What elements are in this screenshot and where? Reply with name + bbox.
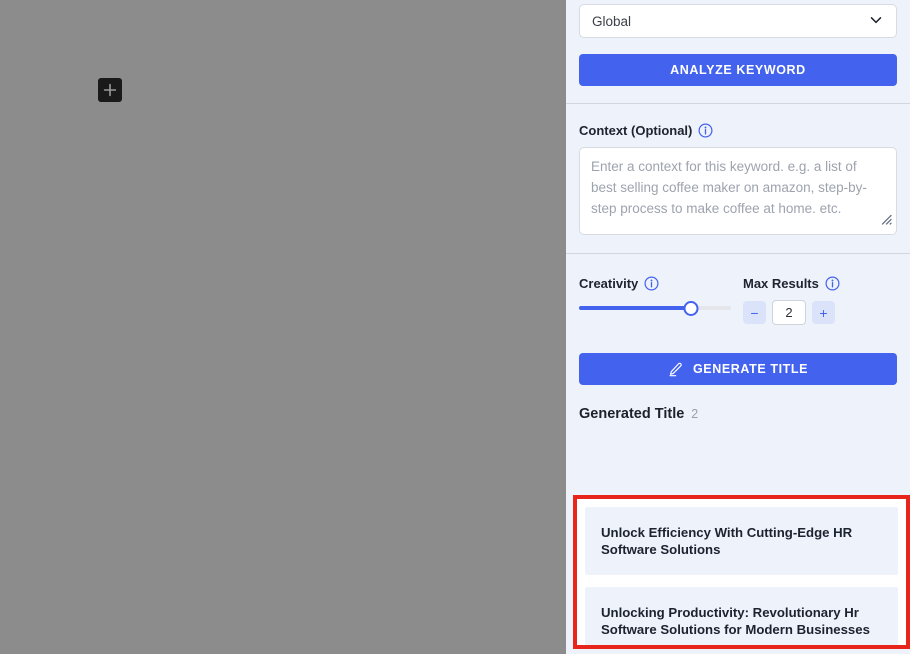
generated-title-count: 2	[691, 407, 699, 421]
canvas-overlay	[0, 0, 566, 654]
context-label: Context (Optional)	[579, 123, 693, 138]
generated-title-heading: Generated Title 2	[579, 406, 897, 422]
generate-title-button[interactable]: GENERATE TITLE	[579, 353, 897, 385]
max-results-control: Max Results − +	[743, 276, 840, 325]
max-results-label-row: Max Results	[743, 276, 840, 291]
generated-titles-highlight: Unlock Efficiency With Cutting-Edge HR S…	[573, 495, 910, 649]
creativity-slider[interactable]	[579, 300, 731, 316]
context-label-row: Context (Optional)	[579, 123, 897, 138]
info-icon[interactable]	[698, 123, 713, 138]
resize-grip-icon[interactable]	[879, 211, 893, 232]
generated-title-card[interactable]: Unlocking Productivity: Revolutionary Hr…	[585, 587, 898, 645]
generated-titles-list: Unlock Efficiency With Cutting-Edge HR S…	[577, 499, 906, 645]
generated-title-card[interactable]: Unlock Efficiency With Cutting-Edge HR S…	[585, 507, 898, 575]
slider-fill	[579, 306, 692, 310]
chevron-down-icon	[868, 12, 884, 31]
location-select-value: Global	[592, 13, 632, 29]
max-results-input[interactable]	[772, 300, 806, 325]
context-section: Context (Optional) Enter a context for t…	[566, 104, 910, 253]
app-root: Global ANALYZE KEYWORD Context (Optional…	[0, 0, 910, 654]
max-results-decrement-button[interactable]: −	[743, 301, 766, 324]
generate-title-label: GENERATE TITLE	[692, 362, 809, 376]
max-results-increment-button[interactable]: +	[812, 301, 835, 324]
generated-title-label: Generated Title	[579, 406, 685, 422]
pencil-edit-icon	[668, 362, 683, 377]
creativity-label: Creativity	[579, 276, 639, 291]
context-placeholder: Enter a context for this keyword. e.g. a…	[591, 159, 867, 216]
side-panel: Global ANALYZE KEYWORD Context (Optional…	[566, 0, 910, 654]
info-icon[interactable]	[825, 276, 840, 291]
slider-thumb[interactable]	[683, 300, 699, 316]
location-select[interactable]: Global	[579, 4, 897, 38]
max-results-label: Max Results	[743, 276, 819, 291]
keyword-settings-section: Global ANALYZE KEYWORD	[566, 4, 910, 103]
context-textarea[interactable]: Enter a context for this keyword. e.g. a…	[579, 147, 897, 235]
info-icon[interactable]	[644, 276, 659, 291]
creativity-control: Creativity	[579, 276, 743, 316]
generation-controls-section: Creativity Max Results − 2 + GENERATE TI…	[566, 254, 910, 422]
analyze-keyword-button[interactable]: ANALYZE KEYWORD	[579, 54, 897, 86]
max-results-stepper: − +	[743, 300, 840, 325]
creativity-label-row: Creativity	[579, 276, 743, 291]
controls-row: Creativity Max Results − 2 +	[579, 276, 897, 325]
add-block-button[interactable]	[98, 78, 122, 102]
plus-icon	[103, 83, 117, 97]
